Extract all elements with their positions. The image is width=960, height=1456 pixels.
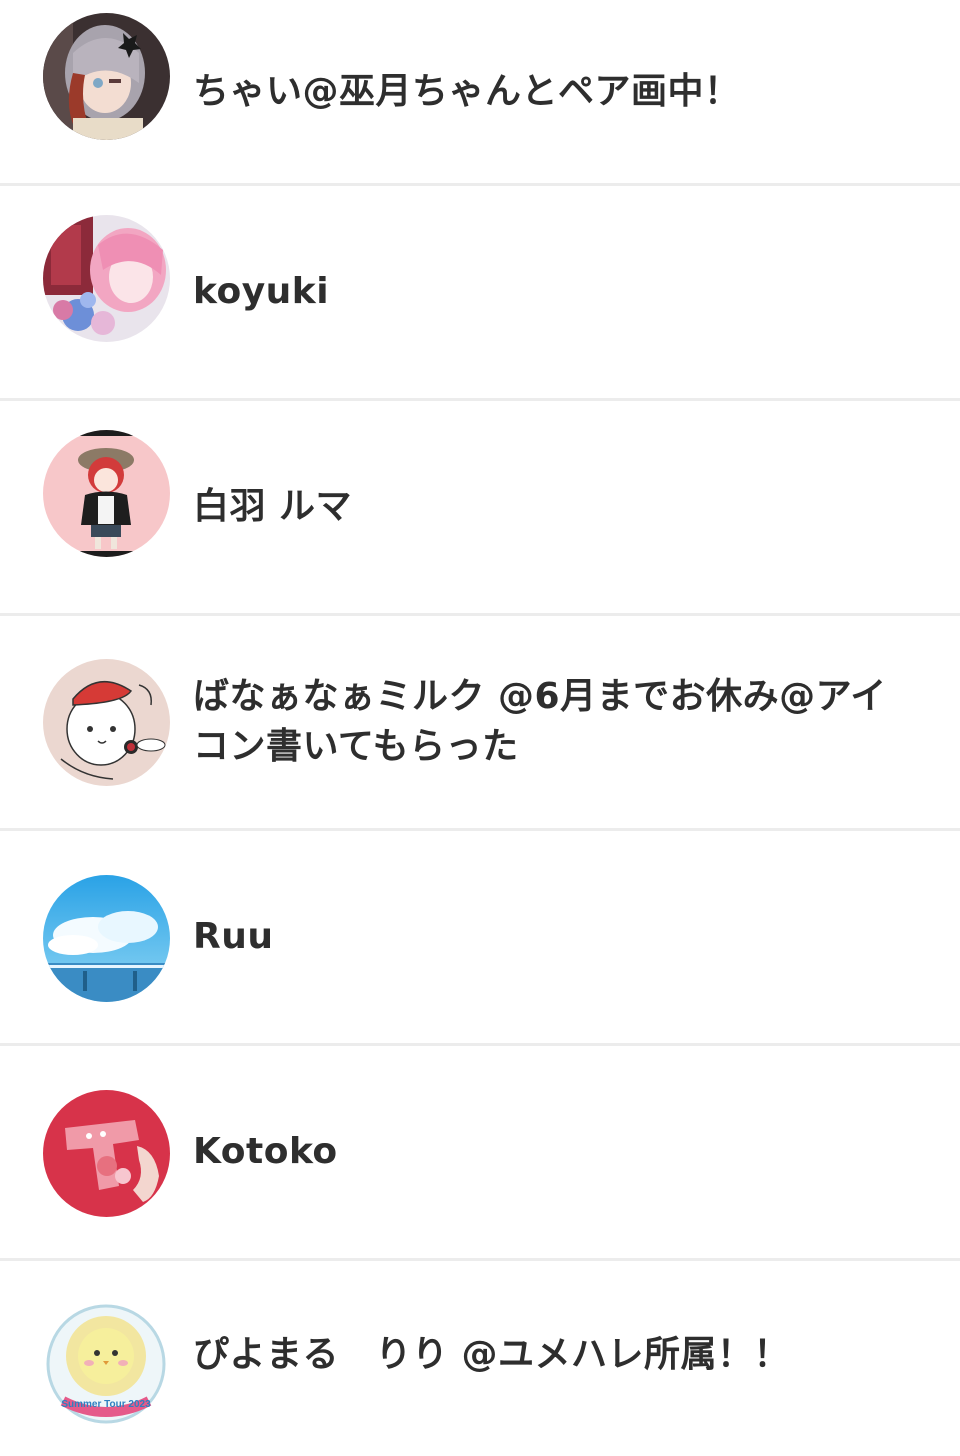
avatar-image: Summer Tour 2023 xyxy=(43,1301,170,1428)
avatar[interactable] xyxy=(43,659,170,786)
list-item[interactable]: Summer Tour 2023 ぴよまる りり @ユメハレ所属！！ xyxy=(0,1261,960,1449)
list-item[interactable]: koyuki xyxy=(0,186,960,401)
user-name: ちゃい@巫月ちゃんとペア画中！ xyxy=(193,70,741,112)
user-name: ばなぁなぁミルク @6月までお休み@アイコン書いてもらった xyxy=(193,676,887,767)
list-item[interactable]: ちゃい@巫月ちゃんとペア画中！ xyxy=(0,0,960,186)
user-name: ぴよまる りり @ユメハレ所属！！ xyxy=(193,1334,791,1375)
user-list: ちゃい@巫月ちゃんとペア画中！ koyuki 白羽 ルマ ばなぁなぁミルク @6… xyxy=(0,0,960,1449)
avatar-image xyxy=(43,659,170,786)
avatar-image xyxy=(43,215,170,342)
avatar-image xyxy=(43,13,170,140)
avatar[interactable] xyxy=(43,875,170,1002)
avatar[interactable]: Summer Tour 2023 xyxy=(43,1301,170,1428)
avatar-image xyxy=(43,875,170,1002)
avatar-image xyxy=(43,1090,170,1217)
avatar[interactable] xyxy=(43,430,170,557)
badge-text: Summer Tour 2023 xyxy=(61,1399,151,1410)
avatar[interactable] xyxy=(43,13,170,140)
user-name: 白羽 ルマ xyxy=(193,486,353,527)
avatar-image xyxy=(43,430,170,557)
list-item[interactable]: ばなぁなぁミルク @6月までお休み@アイコン書いてもらった xyxy=(0,616,960,831)
user-name: Ruu xyxy=(193,916,274,957)
list-item[interactable]: Kotoko xyxy=(0,1046,960,1261)
user-name: Kotoko xyxy=(193,1131,338,1172)
list-item[interactable]: 白羽 ルマ xyxy=(0,401,960,616)
list-item[interactable]: Ruu xyxy=(0,831,960,1046)
avatar[interactable] xyxy=(43,215,170,342)
user-name: koyuki xyxy=(193,271,330,312)
avatar[interactable] xyxy=(43,1090,170,1217)
